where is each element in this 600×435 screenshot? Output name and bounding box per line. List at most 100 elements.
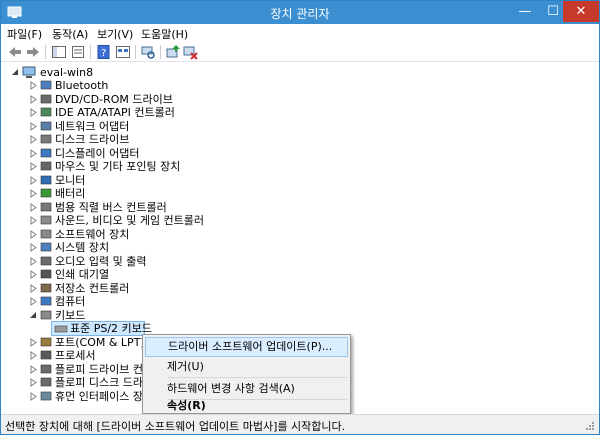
svg-text:?: ? <box>101 48 106 59</box>
tree-category-row[interactable]: 시스템 장치 <box>1 241 301 255</box>
menu-view[interactable]: 보기(V) <box>95 26 135 42</box>
expand-arrow-icon[interactable] <box>29 243 38 252</box>
expand-arrow-icon[interactable] <box>29 391 38 401</box>
tree-category-row[interactable]: 사운드, 비디오 및 게임 컨트롤러 <box>1 214 301 228</box>
context-update-driver[interactable]: 드라이버 소프트웨어 업데이트(P)... <box>145 337 348 357</box>
tree-category-label: 시스템 장치 <box>55 241 110 254</box>
help-icon[interactable]: ? <box>96 44 112 60</box>
tree-category-label: 휴먼 인터페이스 장치 <box>55 389 154 403</box>
expand-arrow-icon[interactable] <box>29 148 38 158</box>
close-icon: ✕ <box>575 4 587 19</box>
forward-arrow-icon[interactable] <box>25 44 41 60</box>
tree-category-label: IDE ATA/ATAPI 컨트롤러 <box>55 106 175 119</box>
tree-category-label: 컴퓨터 <box>55 295 86 308</box>
context-scan-hardware[interactable]: 하드웨어 변경 사항 검색(A) <box>145 379 348 399</box>
menu-file[interactable]: 파일(F) <box>5 26 44 42</box>
expand-arrow-icon[interactable] <box>29 256 38 266</box>
context-menu: 드라이버 소프트웨어 업데이트(P)... 제거(U) 하드웨어 변경 사항 검… <box>142 334 351 414</box>
expand-arrow-icon[interactable] <box>29 108 38 117</box>
expand-arrow-icon[interactable] <box>29 297 38 306</box>
uninstall-icon[interactable] <box>182 44 198 60</box>
properties-icon[interactable] <box>70 44 86 60</box>
expand-arrow-icon[interactable] <box>29 229 38 239</box>
storage-controller-icon <box>40 283 52 292</box>
back-arrow-icon[interactable] <box>7 44 23 60</box>
status-text: 선택한 장치에 대해 [드라이버 소프트웨어 업데이트 마법사]를 시작합니다. <box>5 420 346 433</box>
scan-hardware-icon[interactable] <box>140 44 156 60</box>
expand-arrow-icon[interactable] <box>29 162 38 171</box>
tree-category-label: 네트워크 어댑터 <box>55 119 130 133</box>
title-bar[interactable]: 장치 관리자 — ☐ ✕ <box>1 1 599 24</box>
tree-category-row[interactable]: 마우스 및 기타 포인팅 장치 <box>1 160 301 174</box>
expand-arrow-icon[interactable] <box>29 175 38 185</box>
tree-category-row[interactable]: 모니터 <box>1 174 301 188</box>
view-icon[interactable] <box>115 44 131 60</box>
tree-category-label: 포트(COM & LPT) <box>55 335 145 349</box>
tree-root-row[interactable]: eval-win8 <box>1 66 201 80</box>
keyboard-icon <box>40 310 52 319</box>
expand-arrow-icon[interactable] <box>29 81 38 90</box>
tree-category-label: 사운드, 비디오 및 게임 컨트롤러 <box>55 214 205 227</box>
tree-category-label: 프로세서 <box>55 349 96 362</box>
expand-arrow-icon[interactable] <box>29 283 38 293</box>
tree-category-label: 범용 직렬 버스 컨트롤러 <box>55 200 167 214</box>
tree-category-row[interactable]: 네트워크 어댑터 <box>1 120 301 134</box>
expand-arrow-icon[interactable] <box>29 270 38 279</box>
show-hide-tree-icon[interactable] <box>51 44 67 60</box>
expand-arrow-icon[interactable] <box>29 378 38 387</box>
status-bar: 선택한 장치에 대해 [드라이버 소프트웨어 업데이트 마법사]를 시작합니다. <box>1 414 599 434</box>
tree-category-row[interactable]: 범용 직렬 버스 컨트롤러 <box>1 201 301 215</box>
tree-category-row[interactable]: 배터리 <box>1 187 301 201</box>
resize-grip-icon[interactable] <box>585 421 595 431</box>
expand-arrow-icon[interactable] <box>29 189 38 198</box>
context-properties[interactable]: 속성(R) <box>145 398 348 414</box>
expand-arrow-icon[interactable] <box>29 202 38 212</box>
expand-arrow-icon[interactable] <box>29 351 38 360</box>
tree-category-row[interactable]: 인쇄 대기열 <box>1 268 301 282</box>
port-icon <box>40 337 52 346</box>
tree-category-row[interactable]: 키보드 <box>1 309 301 323</box>
tree-category-row[interactable]: DVD/CD-ROM 드라이브 <box>1 93 301 107</box>
tree-category-row[interactable]: 저장소 컨트롤러 <box>1 282 301 296</box>
tree-category-label: 오디오 입력 및 출력 <box>55 254 147 268</box>
tree-category-row[interactable]: 컴퓨터 <box>1 295 301 309</box>
tree-category-label: 인쇄 대기열 <box>55 268 110 281</box>
minimize-button[interactable]: — <box>511 1 539 22</box>
context-uninstall[interactable]: 제거(U) <box>145 357 348 377</box>
expand-arrow-icon[interactable] <box>29 216 38 225</box>
display-adapter-icon <box>40 148 52 157</box>
tree-category-row[interactable]: 디스플레이 어댑터 <box>1 147 301 161</box>
mouse-icon <box>40 161 52 171</box>
ide-controller-icon <box>40 107 52 117</box>
dvd-drive-icon <box>40 94 52 103</box>
expand-arrow-icon[interactable] <box>29 135 38 144</box>
toolbar-separator <box>135 45 136 59</box>
tree-category-label: 디스크 드라이브 <box>55 133 130 146</box>
maximize-icon: ☐ <box>547 4 559 19</box>
tree-category-row[interactable]: IDE ATA/ATAPI 컨트롤러 <box>1 106 301 120</box>
menu-help[interactable]: 도움말(H) <box>139 26 190 42</box>
menu-action[interactable]: 동작(A) <box>50 26 90 42</box>
close-button[interactable]: ✕ <box>563 1 599 22</box>
expand-arrow-icon[interactable] <box>29 364 38 374</box>
tree-category-row[interactable]: 소프트웨어 장치 <box>1 228 301 242</box>
floppy-drive-icon <box>40 377 52 387</box>
window-title: 장치 관리자 <box>270 7 330 21</box>
expand-arrow-icon[interactable] <box>29 337 38 347</box>
printer-icon <box>40 269 52 279</box>
disk-drive-icon <box>40 134 52 144</box>
expand-arrow-icon[interactable] <box>29 121 38 131</box>
processor-icon <box>40 350 52 360</box>
tree-category-label: Bluetooth <box>55 79 109 92</box>
collapse-arrow-icon[interactable] <box>11 68 20 77</box>
tree-category-row[interactable]: Bluetooth <box>1 79 301 93</box>
tree-category-row[interactable]: 디스크 드라이브 <box>1 133 301 147</box>
collapse-arrow-icon[interactable] <box>29 311 38 320</box>
update-driver-icon[interactable] <box>165 44 181 60</box>
network-adapter-icon <box>40 121 52 130</box>
context-separator <box>167 377 347 378</box>
expand-arrow-icon[interactable] <box>29 94 38 104</box>
toolbar: ? <box>1 42 599 62</box>
menu-bar: 파일(F) 동작(A) 보기(V) 도움말(H) <box>1 24 599 42</box>
tree-category-row[interactable]: 오디오 입력 및 출력 <box>1 255 301 269</box>
